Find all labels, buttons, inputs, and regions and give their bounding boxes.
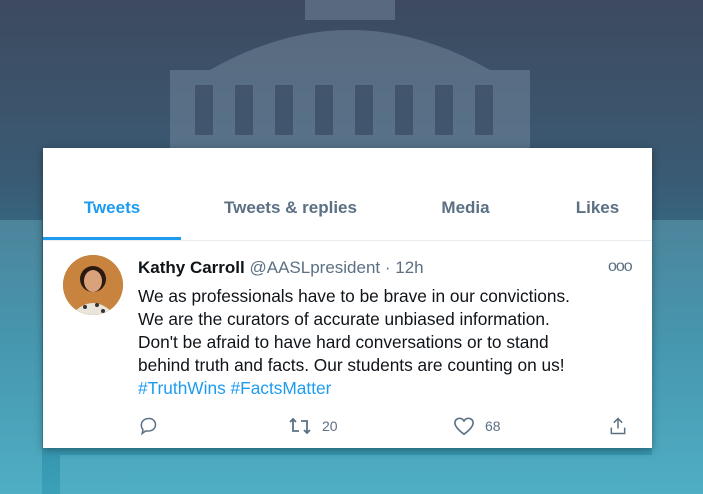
author-handle[interactable]: @AASLpresident [249,258,380,277]
hashtag-link[interactable]: #FactsMatter [231,378,332,398]
hashtag-link[interactable]: #TruthWins [138,378,226,398]
author-name[interactable]: Kathy Carroll [138,258,245,277]
profile-tabs: Tweets Tweets & replies Media Likes [43,148,652,241]
share-icon [610,417,626,435]
tab-likes[interactable]: Likes [543,186,652,240]
tweet-text: We as professionals have to be brave in … [138,285,638,400]
like-button[interactable]: 68 [453,416,501,436]
reply-button[interactable] [138,416,158,436]
more-options-icon[interactable]: ooo [608,258,633,276]
tweet-time[interactable]: 12h [395,258,423,277]
tweet-line: behind truth and facts. Our students are… [138,355,565,375]
tab-media[interactable]: Media [413,186,518,240]
tweet-header: Kathy Carroll @AASLpresident · 12h [138,258,424,278]
separator-dot: · [380,258,396,277]
retweet-count: 20 [322,418,338,434]
tab-tweets-replies[interactable]: Tweets & replies [193,186,388,240]
tweet-line: Don't be afraid to have hard conversatio… [138,332,549,352]
retweet-button[interactable]: 20 [288,416,338,436]
tab-tweets[interactable]: Tweets [43,186,181,240]
like-count: 68 [485,418,501,434]
tweet-card: Tweets Tweets & replies Media Likes Kath… [43,148,652,448]
avatar[interactable] [63,255,123,315]
retweet-icon [289,417,311,435]
tweet-line: We are the curators of accurate unbiased… [138,309,550,329]
tweet-actions: 20 68 [138,416,638,440]
like-icon [454,417,474,436]
tweet-line: We as professionals have to be brave in … [138,286,570,306]
reply-icon [140,417,157,436]
share-button[interactable] [608,416,628,436]
avatar-portrait [63,255,123,315]
